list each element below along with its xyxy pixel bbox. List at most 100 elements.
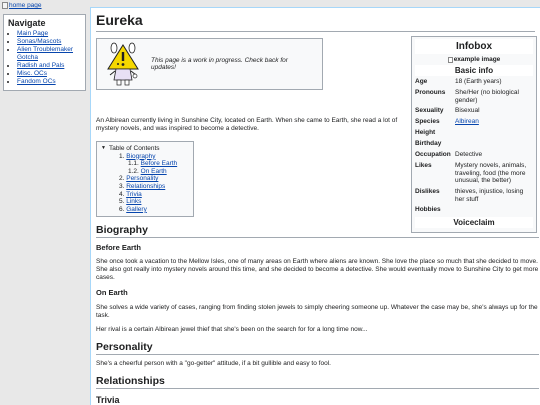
table-of-contents: ▼ Table of Contents 1. Biography 1.1. Be…	[96, 141, 194, 218]
infobox-value: thieves, injustice, losing her stuff	[455, 187, 524, 203]
infobox-value: 18 (Earth years)	[455, 78, 502, 85]
toc-sublist: 1.1. Before Earth 1.2. On Earth	[119, 160, 189, 175]
toc-list: 1. Biography 1.1. Before Earth 1.2. On E…	[101, 153, 189, 214]
infobox-value: Mystery novels, animals, traveling, food…	[455, 162, 527, 185]
nav-link-misc-ocs[interactable]: Misc. OCs	[17, 70, 47, 77]
nav-item-misc-ocs: Misc. OCs	[17, 70, 81, 78]
infobox-label: Height	[415, 129, 436, 137]
wip-notice-text: This page is a work in progress. Check b…	[151, 57, 288, 71]
infobox-value: Bisexual	[455, 107, 480, 115]
collapse-triangle-icon[interactable]: ▼	[101, 145, 106, 153]
nav-item-radish-and-pals: Radish and Pals	[17, 62, 81, 70]
page-title: Eureka	[96, 12, 535, 32]
infobox-label: Sexuality	[415, 107, 444, 115]
infobox-row-hobbies: Hobbies	[415, 206, 533, 214]
before-earth-paragraph: She once took a vacation to the Mellow I…	[96, 258, 539, 281]
intro-paragraph: An Albirean currently living in Sunshine…	[96, 117, 398, 132]
toc-link-relationships[interactable]: Relationships	[126, 183, 165, 190]
infobox-row-likes: Likes Mystery novels, animals, traveling…	[415, 162, 533, 185]
toc-item-biography: 1. Biography 1.1. Before Earth 1.2. On E…	[119, 153, 189, 176]
nav-link-fandom-ocs[interactable]: Fandom OCs	[17, 78, 56, 85]
toc-item-number: 3.	[119, 182, 125, 190]
infobox-label: Age	[415, 78, 428, 85]
toc-item-number: 1.2.	[128, 167, 139, 175]
nav-link-radish-and-pals[interactable]: Radish and Pals	[17, 62, 64, 69]
section-heading-before-earth: Before Earth	[96, 243, 142, 252]
infobox-value: Detective	[455, 151, 483, 159]
infobox-label: Birthday	[415, 140, 442, 148]
infobox-row-dislikes: Dislikes thieves, injustice, losing her …	[415, 188, 533, 203]
section-heading-relationships: Relationships	[96, 375, 539, 389]
toc-item-gallery: 6. Gallery	[119, 206, 189, 214]
toc-link-trivia[interactable]: Trivia	[126, 191, 142, 198]
navigation-list: Main Page Sonas/Mascots Alien Troublemak…	[8, 30, 81, 86]
infobox-label: Dislikes	[415, 187, 440, 195]
section-heading-biography: Biography	[96, 224, 539, 238]
rival-paragraph: Her rival is a certain Albirean jewel th…	[96, 326, 368, 333]
toc-link-on-earth[interactable]: On Earth	[141, 168, 167, 175]
toc-link-links[interactable]: Links	[126, 198, 141, 205]
toc-item-trivia: 4. Trivia	[119, 191, 189, 199]
nav-link-alien-troublemaker[interactable]: Alien Troublemaker Gotcha	[17, 46, 73, 61]
toc-title-label: Table of Contents	[108, 145, 160, 152]
navigation-box: Navigate Main Page Sonas/Mascots Alien T…	[3, 14, 86, 91]
toc-link-biography[interactable]: Biography	[126, 153, 155, 160]
toc-item-personality: 2. Personality	[119, 175, 189, 183]
infobox-row-birthday: Birthday	[415, 140, 533, 148]
nav-item-fandom-ocs: Fandom OCs	[17, 78, 81, 86]
main-content: Eureka This page is a work in progress. …	[90, 7, 540, 405]
toc-item-number: 2.	[119, 175, 125, 183]
nav-link-main-page[interactable]: Main Page	[17, 30, 48, 37]
home-page-link[interactable]: home page	[2, 2, 42, 9]
infobox-label: Hobbies	[415, 206, 441, 214]
toc-link-before-earth[interactable]: Before Earth	[141, 160, 178, 167]
infobox-title: Infobox	[415, 39, 533, 54]
infobox-basic-info-header: Basic info	[415, 65, 533, 76]
toc-item-number: 6.	[119, 205, 125, 213]
section-heading-on-earth: On Earth	[96, 288, 128, 297]
toc-item-number: 4.	[119, 190, 125, 198]
infobox-label: Occupation	[415, 151, 451, 159]
infobox-image-alt: example image	[453, 56, 501, 63]
toc-item-number: 5.	[119, 198, 125, 206]
infobox-image: example image	[415, 56, 533, 63]
infobox: Infobox example image Basic info Age 18 …	[411, 36, 537, 234]
broken-image-icon	[447, 56, 453, 63]
toc-item-links: 5. Links	[119, 198, 189, 206]
toc-item-number: 1.1.	[128, 160, 139, 168]
infobox-label: Species	[415, 118, 440, 126]
nav-link-sonas-mascots[interactable]: Sonas/Mascots	[17, 38, 61, 45]
nav-item-main-page: Main Page	[17, 30, 81, 38]
infobox-value	[455, 206, 533, 214]
under-construction-mascot-icon	[105, 42, 141, 86]
wip-notice-box: This page is a work in progress. Check b…	[96, 38, 323, 90]
infobox-value	[455, 140, 533, 148]
infobox-label: Pronouns	[415, 89, 446, 96]
infobox-row-height: Height	[415, 129, 533, 137]
toc-link-gallery[interactable]: Gallery	[126, 206, 147, 213]
nav-item-sonas-mascots: Sonas/Mascots	[17, 38, 81, 46]
infobox-value	[455, 129, 533, 137]
infobox-label: Likes	[415, 162, 432, 170]
toc-item-on-earth: 1.2. On Earth	[128, 168, 189, 176]
toc-item-number: 1.	[119, 152, 125, 160]
navigation-title: Navigate	[8, 18, 46, 28]
nav-item-alien-troublemaker: Alien Troublemaker Gotcha	[17, 46, 81, 62]
infobox-row-pronouns: Pronouns She/Her (no biological gender)	[415, 89, 533, 104]
infobox-row-species: Species Albirean	[415, 118, 533, 126]
personality-paragraph: She's a cheerful person with a "go-gette…	[96, 360, 331, 367]
on-earth-paragraph: She solves a wide variety of cases, rang…	[96, 304, 538, 319]
home-page-link-label: home page	[9, 2, 42, 9]
section-heading-trivia: Trivia	[96, 395, 120, 405]
species-link[interactable]: Albirean	[455, 118, 533, 126]
broken-image-icon	[2, 2, 8, 9]
toc-link-personality[interactable]: Personality	[126, 175, 158, 182]
toc-item-before-earth: 1.1. Before Earth	[128, 160, 189, 168]
infobox-row-age: Age 18 (Earth years)	[415, 78, 533, 86]
infobox-value: She/Her (no biological gender)	[455, 89, 519, 104]
section-heading-personality: Personality	[96, 341, 539, 355]
toc-item-relationships: 3. Relationships	[119, 183, 189, 191]
toc-title[interactable]: ▼ Table of Contents	[101, 145, 189, 153]
infobox-row-sexuality: Sexuality Bisexual	[415, 107, 533, 115]
infobox-row-occupation: Occupation Detective	[415, 151, 533, 159]
